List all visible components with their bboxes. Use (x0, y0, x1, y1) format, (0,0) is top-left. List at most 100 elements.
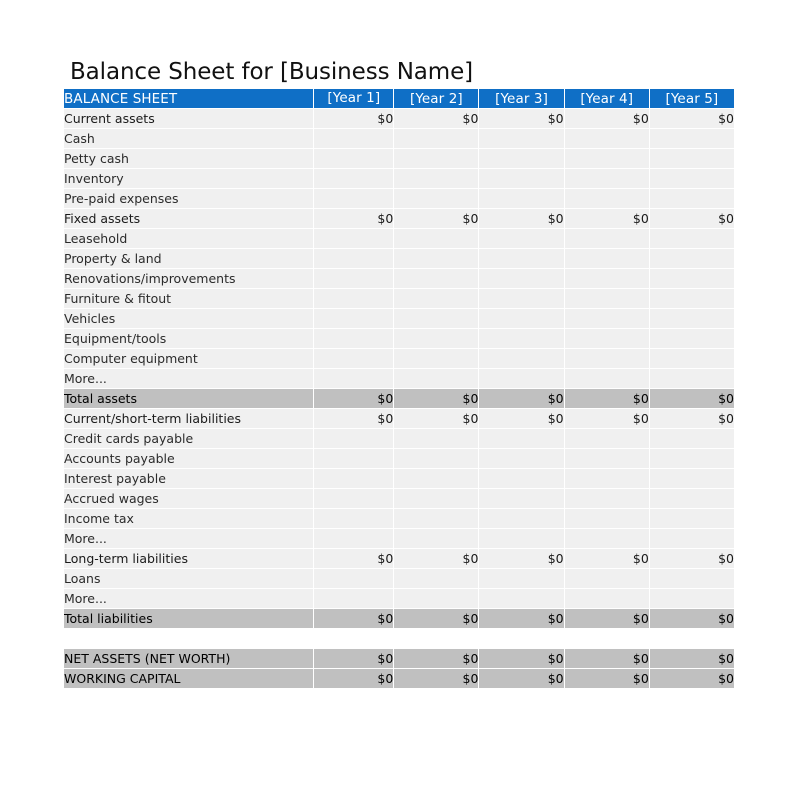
value-cell[interactable] (394, 489, 479, 508)
value-cell[interactable]: $0 (564, 549, 649, 568)
value-cell[interactable] (394, 269, 479, 288)
value-cell[interactable] (649, 469, 734, 488)
value-cell[interactable]: $0 (649, 109, 734, 128)
value-cell[interactable] (394, 189, 479, 208)
value-cell[interactable] (314, 629, 394, 648)
value-cell[interactable] (564, 169, 649, 188)
value-cell[interactable] (394, 629, 479, 648)
row-label[interactable]: Property & land (64, 249, 314, 268)
value-cell[interactable] (314, 349, 394, 368)
row-label[interactable]: Computer equipment (64, 349, 314, 368)
value-cell[interactable] (479, 449, 564, 468)
value-cell[interactable]: $0 (394, 549, 479, 568)
value-cell[interactable] (564, 249, 649, 268)
value-cell[interactable]: $0 (649, 609, 734, 628)
value-cell[interactable] (479, 229, 564, 248)
value-cell[interactable]: $0 (394, 669, 479, 688)
row-label[interactable]: Accounts payable (64, 449, 314, 468)
value-cell[interactable] (649, 349, 734, 368)
value-cell[interactable] (394, 369, 479, 388)
column-header-year-1[interactable]: [Year 1] (314, 89, 394, 108)
value-cell[interactable] (564, 189, 649, 208)
row-label[interactable]: Pre-paid expenses (64, 189, 314, 208)
value-cell[interactable] (564, 149, 649, 168)
value-cell[interactable] (564, 509, 649, 528)
value-cell[interactable] (479, 269, 564, 288)
row-label[interactable]: Vehicles (64, 309, 314, 328)
value-cell[interactable] (479, 469, 564, 488)
value-cell[interactable]: $0 (314, 409, 394, 428)
value-cell[interactable] (564, 269, 649, 288)
value-cell[interactable] (564, 329, 649, 348)
value-cell[interactable]: $0 (394, 109, 479, 128)
row-label[interactable]: Equipment/tools (64, 329, 314, 348)
value-cell[interactable] (479, 489, 564, 508)
value-cell[interactable] (394, 289, 479, 308)
value-cell[interactable] (479, 509, 564, 528)
value-cell[interactable]: $0 (564, 389, 649, 408)
value-cell[interactable] (314, 189, 394, 208)
value-cell[interactable] (314, 269, 394, 288)
value-cell[interactable] (649, 309, 734, 328)
value-cell[interactable] (479, 189, 564, 208)
value-cell[interactable] (479, 589, 564, 608)
row-label[interactable]: Total liabilities (64, 609, 314, 628)
value-cell[interactable] (564, 349, 649, 368)
value-cell[interactable] (394, 569, 479, 588)
value-cell[interactable] (394, 129, 479, 148)
value-cell[interactable]: $0 (649, 409, 734, 428)
value-cell[interactable] (314, 129, 394, 148)
value-cell[interactable] (479, 289, 564, 308)
value-cell[interactable]: $0 (649, 549, 734, 568)
value-cell[interactable] (314, 369, 394, 388)
value-cell[interactable] (314, 469, 394, 488)
value-cell[interactable]: $0 (394, 409, 479, 428)
value-cell[interactable] (314, 289, 394, 308)
value-cell[interactable] (649, 529, 734, 548)
value-cell[interactable]: $0 (314, 609, 394, 628)
column-header-balance-sheet[interactable]: BALANCE SHEET (64, 89, 314, 108)
value-cell[interactable] (564, 469, 649, 488)
value-cell[interactable] (649, 329, 734, 348)
row-label[interactable]: NET ASSETS (NET WORTH) (64, 649, 314, 668)
value-cell[interactable] (314, 169, 394, 188)
value-cell[interactable] (314, 249, 394, 268)
value-cell[interactable] (394, 509, 479, 528)
value-cell[interactable]: $0 (479, 669, 564, 688)
value-cell[interactable] (649, 249, 734, 268)
value-cell[interactable] (649, 449, 734, 468)
value-cell[interactable] (649, 149, 734, 168)
column-header-year-2[interactable]: [Year 2] (394, 89, 479, 108)
value-cell[interactable]: $0 (479, 609, 564, 628)
value-cell[interactable] (479, 529, 564, 548)
value-cell[interactable]: $0 (479, 389, 564, 408)
value-cell[interactable]: $0 (649, 209, 734, 228)
value-cell[interactable] (479, 629, 564, 648)
value-cell[interactable] (479, 309, 564, 328)
value-cell[interactable] (314, 329, 394, 348)
value-cell[interactable] (394, 229, 479, 248)
row-label[interactable]: Credit cards payable (64, 429, 314, 448)
value-cell[interactable] (564, 369, 649, 388)
value-cell[interactable]: $0 (564, 409, 649, 428)
value-cell[interactable]: $0 (649, 669, 734, 688)
value-cell[interactable] (649, 189, 734, 208)
row-label[interactable]: Fixed assets (64, 209, 314, 228)
value-cell[interactable] (394, 449, 479, 468)
value-cell[interactable]: $0 (394, 209, 479, 228)
row-label[interactable]: Long-term liabilities (64, 549, 314, 568)
row-label[interactable]: Furniture & fitout (64, 289, 314, 308)
value-cell[interactable]: $0 (649, 389, 734, 408)
value-cell[interactable]: $0 (564, 109, 649, 128)
value-cell[interactable] (564, 529, 649, 548)
value-cell[interactable] (564, 229, 649, 248)
value-cell[interactable] (649, 569, 734, 588)
value-cell[interactable] (314, 489, 394, 508)
value-cell[interactable]: $0 (479, 209, 564, 228)
row-label[interactable]: More... (64, 529, 314, 548)
row-label[interactable]: Leasehold (64, 229, 314, 248)
value-cell[interactable] (649, 429, 734, 448)
value-cell[interactable]: $0 (394, 609, 479, 628)
row-label[interactable]: Current assets (64, 109, 314, 128)
value-cell[interactable]: $0 (314, 669, 394, 688)
